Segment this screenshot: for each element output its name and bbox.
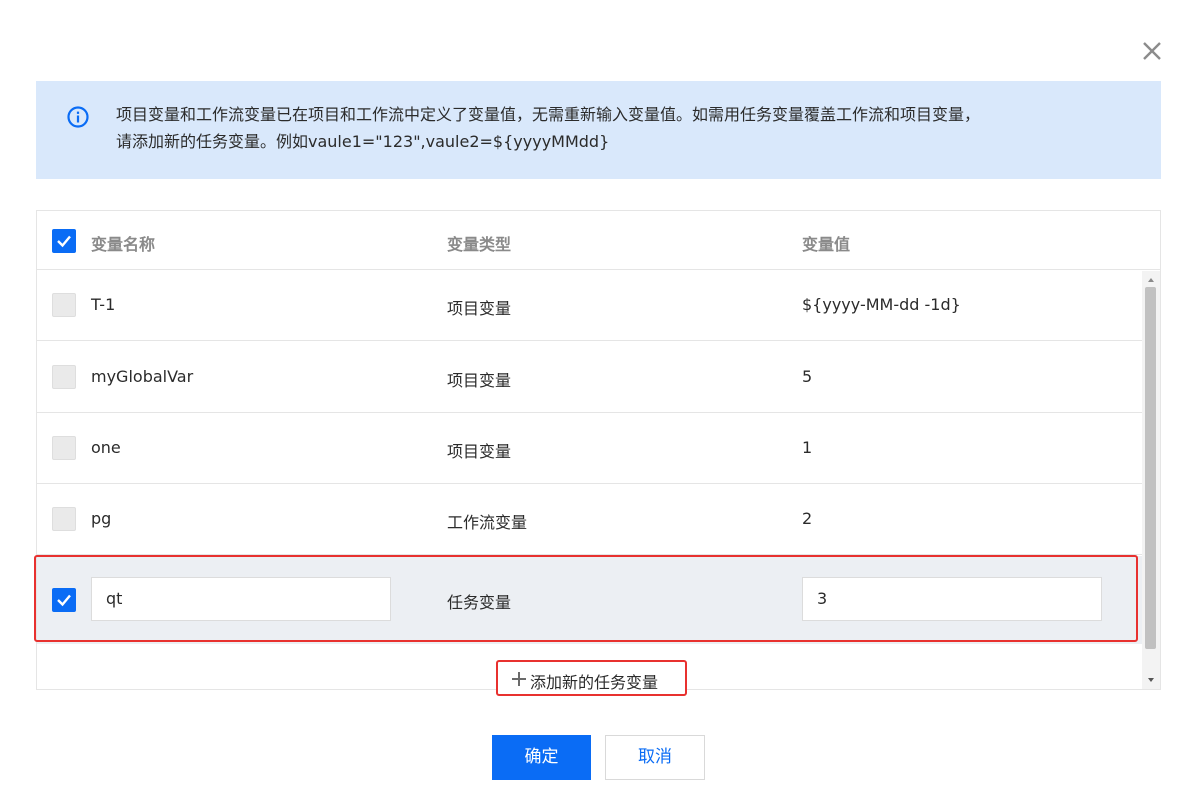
row-variable-value: 1 [802, 438, 813, 457]
notice-line-2: 请添加新的任务变量。例如vaule1="123",vaule2=${yyyyMM… [116, 132, 610, 151]
table-header: 变量名称 变量类型 变量值 [37, 211, 1160, 270]
scroll-thumb[interactable] [1145, 287, 1156, 649]
info-icon [67, 106, 89, 128]
notice-text: 项目变量和工作流变量已在项目和工作流中定义了变量值，无需重新输入变量值。如需用任… [116, 101, 1136, 155]
row-variable-name: myGlobalVar [91, 367, 194, 386]
row-checkbox[interactable] [52, 293, 76, 317]
row-variable-name: T-1 [91, 295, 116, 314]
row-variable-type: 项目变量 [447, 371, 512, 390]
row-variable-value: 5 [802, 367, 813, 386]
row-variable-type: 项目变量 [447, 299, 512, 318]
highlight-frame [34, 555, 1138, 642]
row-variable-type: 工作流变量 [447, 513, 528, 532]
header-variable-type: 变量类型 [447, 235, 512, 254]
info-notice: 项目变量和工作流变量已在项目和工作流中定义了变量值，无需重新输入变量值。如需用任… [36, 81, 1161, 179]
table-scrollbar[interactable] [1142, 271, 1160, 689]
select-all-checkbox[interactable] [52, 229, 76, 253]
scroll-up-arrow-icon[interactable] [1142, 273, 1160, 287]
row-checkbox[interactable] [52, 365, 76, 389]
add-task-variable-label: 添加新的任务变量 [530, 673, 659, 692]
row-variable-name: pg [91, 509, 112, 528]
scroll-down-arrow-icon[interactable] [1142, 672, 1160, 686]
row-variable-value: 2 [802, 509, 813, 528]
row-checkbox[interactable] [52, 507, 76, 531]
plus-icon [512, 672, 526, 686]
header-variable-value: 变量值 [802, 235, 851, 254]
close-icon [1143, 42, 1161, 60]
confirm-button[interactable]: 确定 [492, 735, 591, 780]
add-task-variable-button[interactable]: 添加新的任务变量 [496, 660, 687, 696]
table-row: T-1 项目变量 ${yyyy-MM-dd -1d} [37, 270, 1142, 341]
table-row: one 项目变量 1 [37, 413, 1142, 484]
table-row: myGlobalVar 项目变量 5 [37, 342, 1142, 413]
cancel-button[interactable]: 取消 [605, 735, 705, 780]
table-row: pg 工作流变量 2 [37, 484, 1142, 555]
row-variable-type: 项目变量 [447, 442, 512, 461]
check-icon [57, 235, 71, 248]
header-variable-name: 变量名称 [91, 235, 156, 254]
close-button[interactable] [1139, 38, 1165, 64]
row-variable-value: ${yyyy-MM-dd -1d} [802, 295, 961, 314]
row-checkbox[interactable] [52, 436, 76, 460]
row-variable-name: one [91, 438, 121, 457]
notice-line-1: 项目变量和工作流变量已在项目和工作流中定义了变量值，无需重新输入变量值。如需用任… [116, 105, 981, 124]
